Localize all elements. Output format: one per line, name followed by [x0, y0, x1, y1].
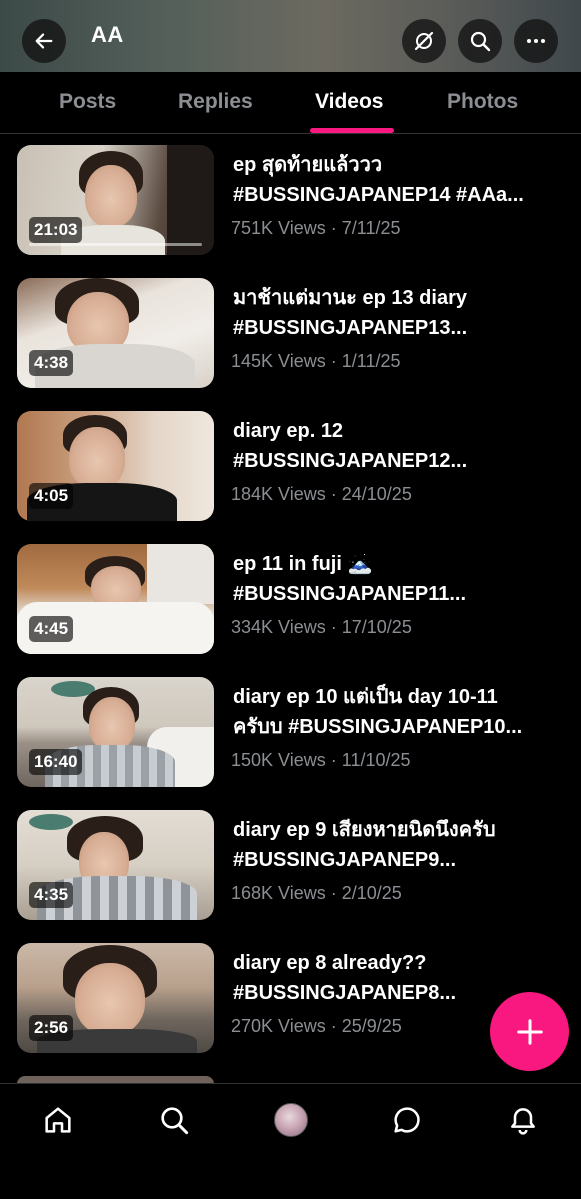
video-title: มาช้าแต่มานะ ep 13 diary #BUSSINGJAPANEP…: [233, 287, 468, 339]
video-title: diary ep 9 เสียงหายนิดนึงครับ #BUSSINGJA…: [233, 819, 496, 871]
nav-profile[interactable]: [271, 1100, 311, 1140]
more-button[interactable]: [514, 19, 558, 63]
video-duration: 4:38: [29, 350, 74, 376]
list-item[interactable]: 4:35 diary ep 9 เสียงหายนิดนึงครับ #BUSS…: [0, 799, 581, 932]
list-item[interactable]: 21:03 ep สุดท้ายแล้ววว #BUSSINGJAPANEP14…: [0, 134, 581, 267]
plus-icon: [516, 1018, 543, 1045]
video-stats: 145K Views · 1/11/25: [231, 351, 401, 371]
video-duration: 4:35: [29, 882, 74, 908]
avatar: [274, 1103, 308, 1137]
arrow-left-icon: [35, 33, 53, 49]
video-thumbnail[interactable]: 4:35: [17, 810, 214, 920]
video-title: ep 11 in fuji 🗻 #BUSSINGJAPANEP11...: [233, 553, 467, 605]
video-title: ep สุดท้ายแล้ววว #BUSSINGJAPANEP14 #AAa.…: [233, 154, 524, 206]
compose-button[interactable]: [490, 992, 569, 1071]
slash-circle-icon: [414, 31, 434, 51]
video-duration: 2:56: [29, 1015, 74, 1041]
profile-header: AA: [0, 0, 581, 72]
list-item[interactable]: 4:45 ep 11 in fuji 🗻 #BUSSINGJAPANEP11..…: [0, 533, 581, 666]
video-stats: 168K Views · 2/10/25: [231, 883, 402, 903]
list-item[interactable]: 16:40 diary ep 10 แต่เป็น day 10-11 ครับ…: [0, 666, 581, 799]
nav-messages[interactable]: [387, 1100, 427, 1140]
tab-posts[interactable]: Posts: [59, 90, 116, 114]
app: AA Posts Replies Videos Photos 21:03 ep …: [0, 0, 581, 1199]
video-thumbnail[interactable]: 4:45: [17, 544, 214, 654]
video-duration: 4:45: [29, 616, 74, 642]
list-item[interactable]: 4:38 มาช้าแต่มานะ ep 13 diary #BUSSINGJA…: [0, 267, 581, 400]
nav-notifications[interactable]: [503, 1100, 543, 1140]
active-tab-indicator: [310, 128, 394, 133]
bottom-nav: [0, 1083, 581, 1199]
video-thumbnail[interactable]: 4:38: [17, 278, 214, 388]
video-thumbnail[interactable]: 2:56: [17, 943, 214, 1053]
bell-icon: [511, 1108, 535, 1135]
video-stats: 751K Views · 7/11/25: [231, 218, 401, 238]
search-icon: [161, 1107, 189, 1135]
profile-tabs: Posts Replies Videos Photos: [0, 72, 581, 134]
nav-home[interactable]: [38, 1100, 78, 1140]
back-button[interactable]: [22, 19, 66, 63]
tab-photos[interactable]: Photos: [447, 90, 518, 114]
video-duration: 4:05: [29, 483, 74, 509]
page-title: AA: [91, 22, 124, 47]
video-stats: 184K Views · 24/10/25: [231, 484, 412, 504]
video-stats: 150K Views · 11/10/25: [231, 750, 411, 770]
nav-search[interactable]: [154, 1100, 194, 1140]
video-stats: 334K Views · 17/10/25: [231, 617, 412, 637]
video-title: diary ep. 12 #BUSSINGJAPANEP12...: [233, 420, 468, 472]
video-progress-bar: [29, 243, 202, 246]
video-thumbnail[interactable]: 16:40: [17, 677, 214, 787]
video-duration: 16:40: [29, 749, 83, 775]
tab-replies[interactable]: Replies: [178, 90, 253, 114]
grok-button[interactable]: [402, 19, 446, 63]
tab-videos[interactable]: Videos: [315, 90, 383, 114]
video-thumbnail[interactable]: 4:05: [17, 411, 214, 521]
search-button[interactable]: [458, 19, 502, 63]
video-stats: 270K Views · 25/9/25: [231, 1016, 402, 1036]
home-icon: [45, 1107, 71, 1133]
more-horizontal-icon: [527, 39, 545, 43]
video-title: diary ep 10 แต่เป็น day 10-11 ครับบ #BUS…: [233, 686, 523, 738]
video-duration: 21:03: [29, 217, 83, 243]
list-item[interactable]: 4:05 diary ep. 12 #BUSSINGJAPANEP12... 1…: [0, 400, 581, 533]
search-icon: [470, 31, 491, 52]
chat-bubble-icon: [394, 1107, 420, 1133]
video-thumbnail[interactable]: 21:03: [17, 145, 214, 255]
